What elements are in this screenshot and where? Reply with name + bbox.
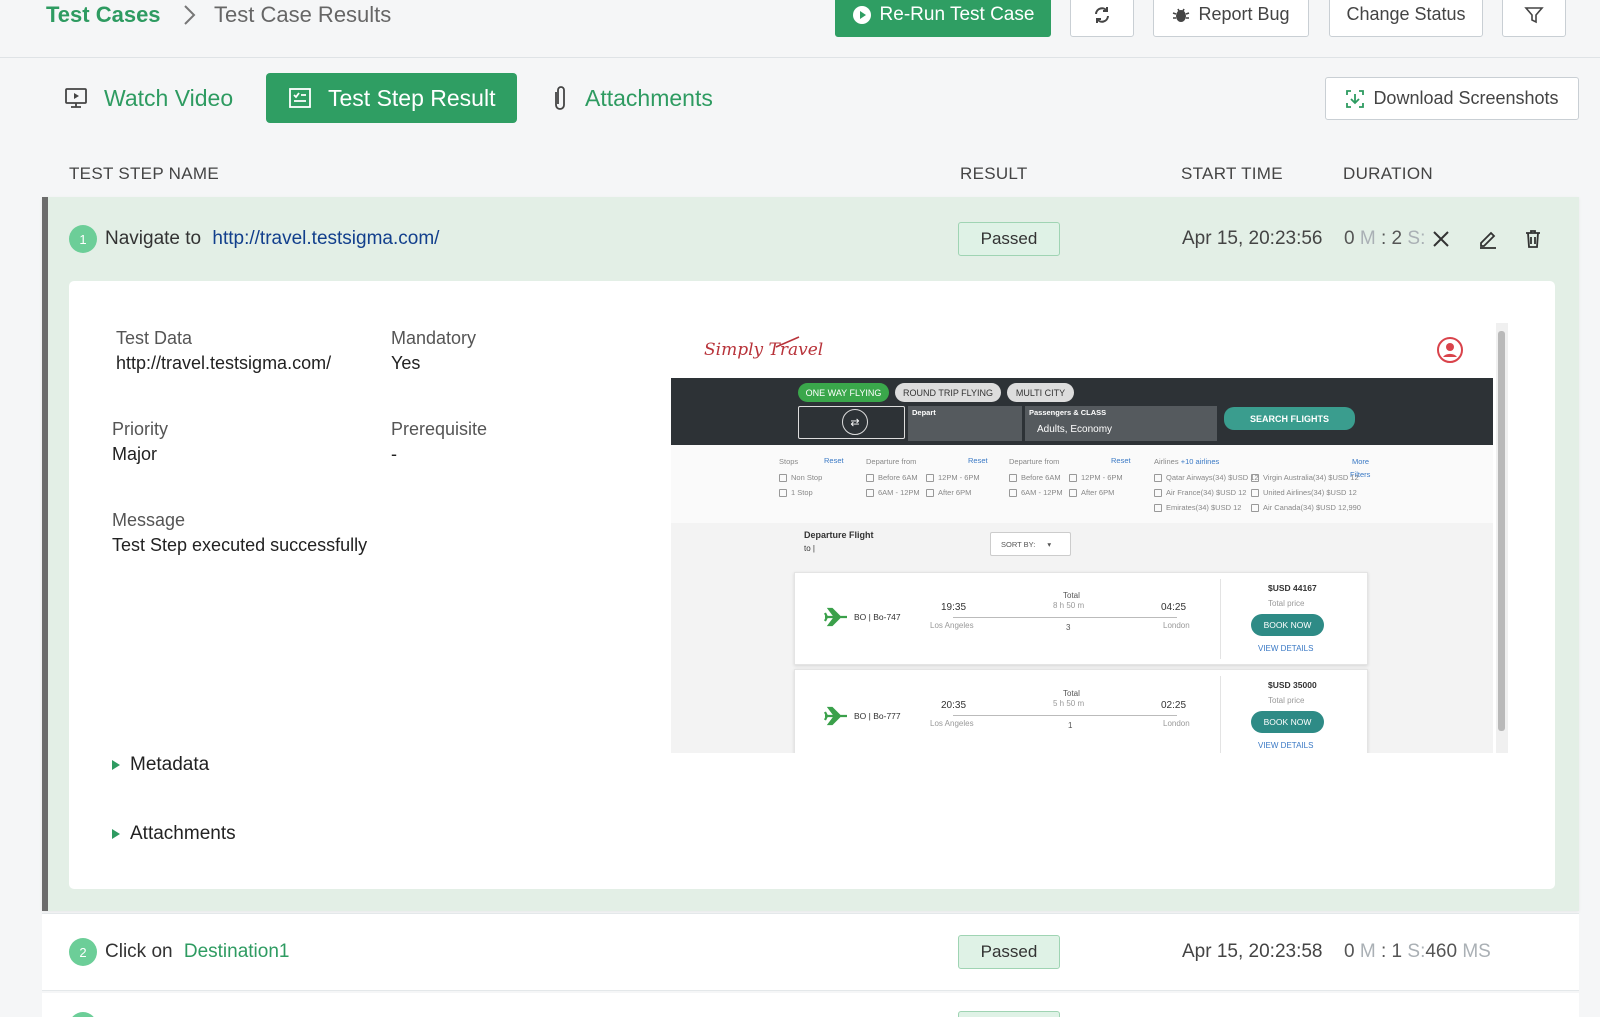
report-bug-label: Report Bug	[1198, 4, 1290, 24]
search-bar-dark: ONE WAY FLYING ROUND TRIP FLYING MULTI C…	[671, 378, 1493, 445]
step-duration: 0 M : 1 S:460 MS	[1344, 941, 1491, 962]
departure-flight-label: Departure Flight	[804, 530, 874, 540]
step-name: Click on Destination1	[105, 941, 289, 963]
airplane-icon	[824, 607, 847, 627]
step-number: 2	[69, 938, 97, 966]
monitor-play-icon	[65, 88, 87, 108]
report-bug-button[interactable]: Report Bug	[1153, 0, 1309, 37]
breadcrumb-test-cases[interactable]: Test Cases	[46, 2, 161, 28]
priority-label: Priority	[112, 419, 169, 439]
flight-card: BO | Bo-747 19:35 Los Angeles Total 8 h …	[794, 572, 1368, 665]
top-bar: Test Cases Test Case Results Re-Run Test…	[0, 0, 1600, 58]
mandatory-label: Mandatory	[391, 328, 477, 348]
change-status-button[interactable]: Change Status	[1329, 0, 1483, 37]
play-icon	[852, 5, 871, 24]
filter-icon	[1524, 6, 1544, 23]
collapse-x-icon[interactable]	[1432, 230, 1450, 248]
user-circle-icon	[1437, 337, 1463, 363]
refresh-icon	[1095, 6, 1109, 23]
download-screenshots-button[interactable]: Download Screenshots	[1325, 77, 1579, 120]
mandatory-value: Yes	[391, 353, 421, 373]
step-target-link[interactable]: http://travel.testsigma.com/	[212, 228, 439, 249]
metadata-label: Metadata	[130, 754, 210, 775]
tab-test-step-result[interactable]: Test Step Result	[266, 73, 518, 123]
departure-to-label: to |	[804, 544, 815, 553]
message-value: Test Step executed successfully	[112, 535, 368, 555]
paperclip-icon	[555, 86, 565, 110]
step-screenshot: Simply Travel ONE WAY FLYING ROUND TRIP …	[671, 323, 1510, 753]
pill-round-trip[interactable]: ROUND TRIP FLYING	[895, 383, 1001, 402]
download-screenshots-label: Download Screenshots	[1373, 88, 1559, 108]
step-action: Navigate to	[105, 228, 202, 249]
edit-pencil-icon[interactable]	[1478, 229, 1498, 249]
book-now-button[interactable]: BOOK NOW	[1251, 614, 1324, 636]
download-icon	[1346, 89, 1365, 108]
column-header-start: START TIME	[1181, 164, 1283, 183]
tab-attachments-label: Attachments	[585, 84, 713, 111]
list-check-icon	[289, 88, 311, 108]
rerun-test-case-button[interactable]: Re-Run Test Case	[835, 0, 1051, 37]
scrollbar-thumb[interactable]	[1498, 331, 1505, 731]
trash-icon[interactable]	[1523, 229, 1543, 249]
change-status-label: Change Status	[1346, 4, 1466, 24]
pill-one-way[interactable]: ONE WAY FLYING	[798, 383, 889, 402]
screenshot-logo: Simply Travel	[704, 340, 824, 360]
bug-icon	[1173, 8, 1190, 22]
status-badge	[958, 1011, 1060, 1017]
step-name: Navigate to http://travel.testsigma.com/	[105, 228, 439, 250]
search-flights-button[interactable]: SEARCH FLIGHTS	[1224, 407, 1355, 430]
plane-logo-icon	[775, 336, 800, 348]
step-target-link[interactable]: Destination1	[184, 941, 290, 962]
priority-value: Major	[112, 444, 158, 464]
chevron-right-icon	[184, 5, 196, 25]
screenshot-scrollbar[interactable]	[1496, 323, 1508, 753]
prerequisite-value: -	[391, 444, 397, 464]
step-action: Click on	[105, 941, 173, 962]
column-header-duration: DURATION	[1343, 164, 1433, 183]
message-label: Message	[112, 510, 186, 530]
prerequisite-label: Prerequisite	[391, 419, 488, 439]
test-step-row[interactable]	[42, 993, 1579, 1017]
column-header-name: TEST STEP NAME	[69, 164, 219, 183]
tab-test-step-result-label: Test Step Result	[328, 84, 496, 111]
attachments-expander[interactable]: Attachments	[112, 823, 236, 845]
breadcrumb-current: Test Case Results	[214, 2, 392, 27]
test-data-label: Test Data	[116, 328, 193, 348]
filter-button[interactable]	[1502, 0, 1566, 37]
caret-right-icon	[112, 760, 120, 770]
column-header-result: RESULT	[960, 164, 1028, 183]
caret-right-icon	[112, 829, 120, 839]
step-start-time: Apr 15, 20:23:58	[1182, 941, 1323, 962]
tab-watch-video-label: Watch Video	[104, 84, 234, 111]
step-start-time: Apr 15, 20:23:56	[1182, 228, 1323, 249]
filters-bar: Stops Reset Non Stop 1 Stop Departure fr…	[671, 445, 1493, 523]
rerun-label: Re-Run Test Case	[879, 3, 1035, 25]
sort-by-dropdown[interactable]: SORT BY: ▾	[990, 532, 1071, 556]
flight-card: BO | Bo-777 20:35 Los Angeles Total 5 h …	[794, 669, 1368, 753]
test-data-value: http://travel.testsigma.com/	[116, 353, 332, 373]
refresh-button[interactable]	[1070, 0, 1134, 37]
tab-attachments[interactable]: Attachments	[551, 80, 713, 116]
book-now-button[interactable]: BOOK NOW	[1251, 711, 1324, 733]
airplane-icon	[824, 706, 847, 726]
attachments-label: Attachments	[130, 823, 236, 844]
metadata-expander[interactable]: Metadata	[112, 754, 209, 776]
swap-button[interactable]: ⇄	[842, 409, 868, 435]
step-number: 1	[69, 225, 97, 253]
status-badge: Passed	[958, 222, 1060, 256]
step-duration: 0 M : 2 S:	[1344, 228, 1426, 249]
status-badge: Passed	[958, 935, 1060, 969]
passengers-field[interactable]: Passengers & CLASS Adults, Economy	[1025, 406, 1217, 441]
pill-multi-city[interactable]: MULTI CITY	[1007, 383, 1074, 402]
tab-watch-video[interactable]: Watch Video	[64, 80, 233, 116]
depart-field[interactable]: Depart	[908, 406, 1022, 441]
